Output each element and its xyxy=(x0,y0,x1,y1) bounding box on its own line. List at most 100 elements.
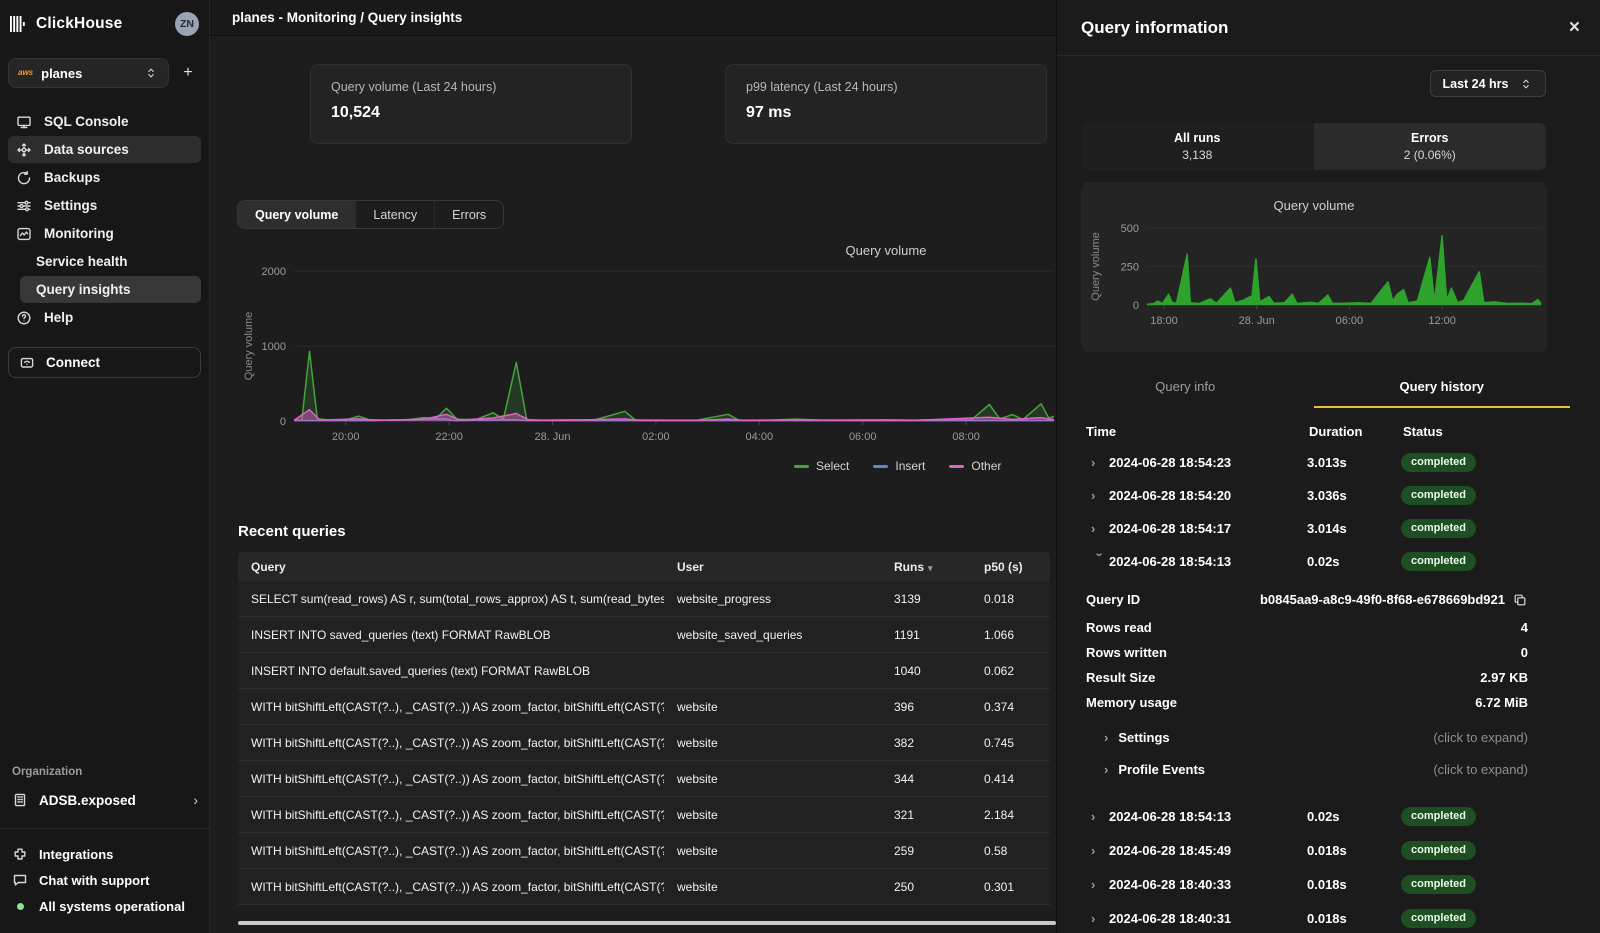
stat-card-p99-latency: p99 latency (Last 24 hours) 97 ms xyxy=(725,64,1047,144)
monitoring-icon xyxy=(16,226,32,242)
time-cell: 2024-06-28 18:54:13 xyxy=(1109,554,1307,569)
segment-label: Errors xyxy=(1411,131,1449,145)
detail-value: 4 xyxy=(1521,620,1528,635)
p50-cell: 0.018 xyxy=(971,592,1050,606)
history-row[interactable]: › 2024-06-28 18:54:23 3.013s completed xyxy=(1057,446,1600,479)
table-row[interactable]: WITH bitShiftLeft(CAST(?..), _CAST(?..))… xyxy=(238,689,1050,725)
time-range-select[interactable]: Last 24 hrs xyxy=(1430,70,1546,97)
copy-icon[interactable] xyxy=(1512,593,1528,607)
history-row[interactable]: › 2024-06-28 18:45:49 0.018s completed xyxy=(1057,833,1600,867)
legend-swatch-insert xyxy=(873,465,888,468)
organization-row[interactable]: ADSB.exposed › xyxy=(8,786,202,814)
table-row[interactable]: INSERT INTO default.saved_queries (text)… xyxy=(238,653,1050,689)
page-header: planes - Monitoring / Query insights xyxy=(210,0,1056,36)
table-row[interactable]: INSERT INTO saved_queries (text) FORMAT … xyxy=(238,617,1050,653)
sidebar-item-service-health[interactable]: Service health xyxy=(8,248,201,275)
sidebar-item-monitoring[interactable]: Monitoring xyxy=(8,220,201,247)
sidebar: ClickHouse ZN aws planes + SQL Console D… xyxy=(0,0,210,933)
sidebar-divider xyxy=(0,828,210,829)
table-row[interactable]: WITH bitShiftLeft(CAST(?..), _CAST(?..))… xyxy=(238,869,1050,905)
column-header-p50[interactable]: p50 (s) xyxy=(971,560,1050,574)
detail-label: Rows written xyxy=(1086,645,1167,660)
svg-text:18:00: 18:00 xyxy=(1150,315,1178,327)
query-cell: INSERT INTO default.saved_queries (text)… xyxy=(238,664,664,678)
table-header-row: Query User Runs▾ p50 (s) xyxy=(238,552,1050,581)
svg-text:0: 0 xyxy=(1133,300,1139,312)
history-row[interactable]: › 2024-06-28 18:54:17 3.014s completed xyxy=(1057,512,1600,545)
user-avatar[interactable]: ZN xyxy=(175,12,199,36)
sidebar-item-chat-support[interactable]: Chat with support xyxy=(8,867,202,893)
sidebar-item-backups[interactable]: Backups xyxy=(8,164,201,191)
segment-errors[interactable]: Errors 2 (0.06%) xyxy=(1314,123,1547,170)
sidebar-item-query-insights[interactable]: Query insights xyxy=(20,276,201,303)
recent-queries-title: Recent queries xyxy=(238,523,1056,540)
stat-label: Query volume (Last 24 hours) xyxy=(331,80,611,94)
close-icon[interactable]: × xyxy=(1569,18,1580,37)
legend-label: Other xyxy=(971,459,1001,473)
panel-query-volume-chart: 025050018:0028. Jun06:0012:00Query volum… xyxy=(1081,182,1547,352)
connect-button[interactable]: Connect xyxy=(8,347,201,378)
p50-cell: 0.374 xyxy=(971,700,1050,714)
tab-query-info[interactable]: Query info xyxy=(1057,368,1314,408)
history-row[interactable]: › 2024-06-28 18:40:31 0.018s completed xyxy=(1057,901,1600,933)
status-badge: completed xyxy=(1401,486,1476,505)
table-row[interactable]: WITH bitShiftLeft(CAST(?..), _CAST(?..))… xyxy=(238,761,1050,797)
tab-errors[interactable]: Errors xyxy=(434,201,503,228)
expandable-row-profile-events[interactable]: › Profile Events (click to expand) xyxy=(1057,753,1600,785)
history-row[interactable]: › 2024-06-28 18:54:13 0.02s completed xyxy=(1057,799,1600,833)
user-cell: website xyxy=(664,808,881,822)
main-area: planes - Monitoring / Query insights Que… xyxy=(210,0,1056,933)
horizontal-scrollbar[interactable] xyxy=(238,921,1056,925)
table-row[interactable]: WITH bitShiftLeft(CAST(?..), _CAST(?..))… xyxy=(238,833,1050,869)
footer-item-label: Chat with support xyxy=(39,873,150,888)
expandable-row-settings[interactable]: › Settings (click to expand) xyxy=(1057,721,1600,753)
sidebar-item-data-sources[interactable]: Data sources xyxy=(8,136,201,163)
system-status-row[interactable]: All systems operational xyxy=(8,893,202,919)
history-row[interactable]: › 2024-06-28 18:40:33 0.018s completed xyxy=(1057,867,1600,901)
column-header-runs[interactable]: Runs▾ xyxy=(881,560,971,574)
expandable-label: Settings xyxy=(1118,730,1169,745)
chat-bubble-icon xyxy=(12,872,28,888)
svg-text:12:00: 12:00 xyxy=(1428,315,1456,327)
svg-text:02:00: 02:00 xyxy=(642,431,670,443)
duration-cell: 0.02s xyxy=(1307,809,1401,824)
sidebar-item-sql-console[interactable]: SQL Console xyxy=(8,108,201,135)
legend-item-select[interactable]: Select xyxy=(794,459,849,473)
sidebar-item-label: Help xyxy=(44,310,73,325)
query-id-value: b0845aa9-a8c9-49f0-8f68-e678669bd921 xyxy=(1260,592,1505,607)
stat-value: 97 ms xyxy=(746,104,1026,122)
history-row-expanded[interactable]: › 2024-06-28 18:54:13 0.02s completed xyxy=(1057,545,1600,578)
app-title: ClickHouse xyxy=(36,15,122,33)
connect-icon xyxy=(19,355,35,371)
p50-cell: 0.58 xyxy=(971,844,1050,858)
sidebar-item-help[interactable]: Help xyxy=(8,304,201,331)
stat-card-query-volume: Query volume (Last 24 hours) 10,524 xyxy=(310,64,632,144)
status-badge: completed xyxy=(1401,807,1476,826)
service-selector[interactable]: aws planes xyxy=(8,58,169,88)
table-row[interactable]: WITH bitShiftLeft(CAST(?..), _CAST(?..))… xyxy=(238,797,1050,833)
p50-cell: 0.301 xyxy=(971,880,1050,894)
column-header-query[interactable]: Query xyxy=(238,560,664,574)
table-row[interactable]: WITH bitShiftLeft(CAST(?..), _CAST(?..))… xyxy=(238,725,1050,761)
add-service-button[interactable]: + xyxy=(175,60,201,86)
segment-all-runs[interactable]: All runs 3,138 xyxy=(1081,123,1314,170)
column-header-user[interactable]: User xyxy=(664,560,881,574)
sidebar-item-integrations[interactable]: Integrations xyxy=(8,841,202,867)
tab-query-volume[interactable]: Query volume xyxy=(238,201,355,228)
svg-text:06:00: 06:00 xyxy=(849,431,877,443)
tab-latency[interactable]: Latency xyxy=(355,201,434,228)
tab-query-history[interactable]: Query history xyxy=(1314,368,1571,408)
status-badge: completed xyxy=(1401,552,1476,571)
detail-label: Result Size xyxy=(1086,670,1155,685)
runs-cell: 250 xyxy=(881,880,971,894)
legend-item-insert[interactable]: Insert xyxy=(873,459,925,473)
table-row[interactable]: SELECT sum(read_rows) AS r, sum(total_ro… xyxy=(238,581,1050,617)
history-row[interactable]: › 2024-06-28 18:54:20 3.036s completed xyxy=(1057,479,1600,512)
duration-cell: 0.02s xyxy=(1307,554,1401,569)
detail-row-query-id: Query ID b0845aa9-a8c9-49f0-8f68-e678669… xyxy=(1057,584,1600,615)
sidebar-item-settings[interactable]: Settings xyxy=(8,192,201,219)
chevron-right-icon: › xyxy=(1091,455,1109,470)
status-badge: completed xyxy=(1401,909,1476,928)
legend-item-other[interactable]: Other xyxy=(949,459,1001,473)
query-cell: INSERT INTO saved_queries (text) FORMAT … xyxy=(238,628,664,642)
